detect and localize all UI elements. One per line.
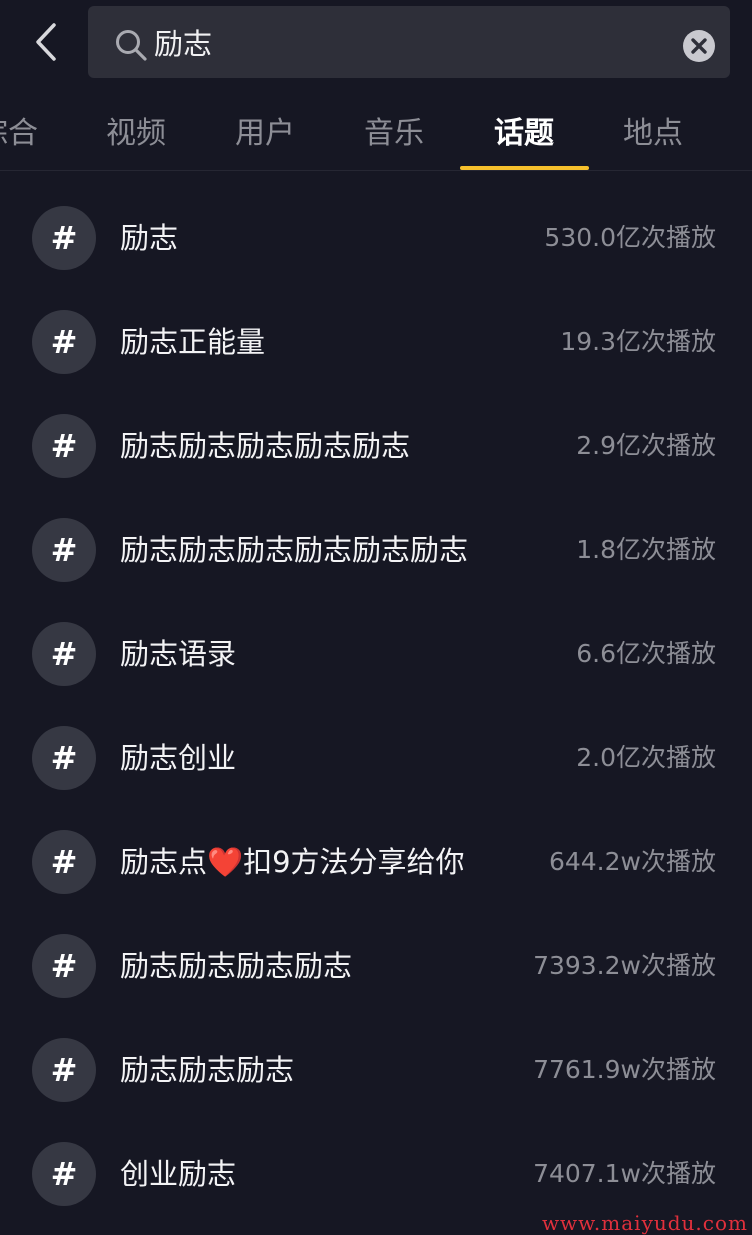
topic-title: 励志	[120, 221, 179, 255]
tab-comprehensive[interactable]: 综合	[0, 90, 73, 170]
topic-row[interactable]: # 励志创业 2.0亿次播放	[0, 706, 752, 810]
topic-row[interactable]: # 励志励志励志 7761.9w次播放	[0, 1018, 752, 1122]
back-button[interactable]	[24, 18, 68, 66]
play-count: 6.6亿次播放	[576, 639, 716, 668]
topic-row[interactable]: # 励志励志励志励志励志 2.9亿次播放	[0, 394, 752, 498]
chevron-left-icon	[36, 23, 56, 61]
tab-music[interactable]: 音乐	[329, 90, 459, 170]
topic-list: # 励志 530.0亿次播放 # 励志正能量 19.3亿次播放 # 励志励志励志…	[0, 186, 752, 1226]
play-count: 7761.9w次播放	[533, 1055, 716, 1084]
play-count: 7407.1w次播放	[533, 1159, 716, 1188]
topic-row[interactable]: # 励志 530.0亿次播放	[0, 186, 752, 290]
topic-title: 励志励志励志	[120, 1053, 295, 1087]
search-icon	[116, 30, 147, 61]
topic-row[interactable]: # 励志励志励志励志 7393.2w次播放	[0, 914, 752, 1018]
topic-title: 励志励志励志励志	[120, 949, 353, 983]
tab-users[interactable]: 用户	[200, 90, 330, 170]
hashtag-icon: #	[32, 1142, 96, 1206]
divider	[0, 170, 752, 171]
play-count: 19.3亿次播放	[560, 327, 716, 356]
topic-title: 励志创业	[120, 741, 237, 775]
play-count: 644.2w次播放	[548, 847, 716, 876]
tab-places[interactable]: 地点	[588, 90, 718, 170]
hashtag-icon: #	[32, 206, 96, 270]
tab-videos[interactable]: 视频	[71, 90, 201, 170]
hashtag-icon: #	[32, 622, 96, 686]
topic-title: 励志点❤️扣9方法分享给你	[120, 845, 465, 879]
play-count: 7393.2w次播放	[533, 951, 716, 980]
hashtag-icon: #	[32, 518, 96, 582]
hashtag-icon: #	[32, 1038, 96, 1102]
play-count: 2.9亿次播放	[576, 431, 716, 460]
clear-search-button[interactable]	[683, 30, 715, 62]
topic-title: 励志语录	[120, 637, 237, 671]
watermark: www.maiyudu.com	[541, 1211, 748, 1235]
topic-row[interactable]: # 励志点❤️扣9方法分享给你 644.2w次播放	[0, 810, 752, 914]
tab-topics[interactable]: 话题	[459, 90, 589, 170]
search-bar	[88, 6, 730, 78]
hashtag-icon: #	[32, 726, 96, 790]
close-icon	[691, 38, 707, 54]
topic-title: 励志励志励志励志励志	[120, 429, 411, 463]
hashtag-icon: #	[32, 934, 96, 998]
play-count: 2.0亿次播放	[576, 743, 716, 772]
topic-row[interactable]: # 励志励志励志励志励志励志 1.8亿次播放	[0, 498, 752, 602]
tab-bar: 综合 视频 用户 音乐 话题 地点	[0, 90, 752, 170]
hashtag-icon: #	[32, 310, 96, 374]
play-count: 1.8亿次播放	[576, 535, 716, 564]
topic-title: 励志正能量	[120, 325, 266, 359]
hashtag-icon: #	[32, 830, 96, 894]
hashtag-icon: #	[32, 414, 96, 478]
topic-row[interactable]: # 励志正能量 19.3亿次播放	[0, 290, 752, 394]
play-count: 530.0亿次播放	[544, 223, 716, 252]
topic-title: 励志励志励志励志励志励志	[120, 533, 469, 567]
search-input[interactable]	[154, 20, 654, 64]
search-results-page: 综合 视频 用户 音乐 话题 地点 # 励志 530.0亿次播放 # 励志正能量…	[0, 0, 752, 1235]
topic-title: 创业励志	[120, 1157, 237, 1191]
topic-row[interactable]: # 励志语录 6.6亿次播放	[0, 602, 752, 706]
